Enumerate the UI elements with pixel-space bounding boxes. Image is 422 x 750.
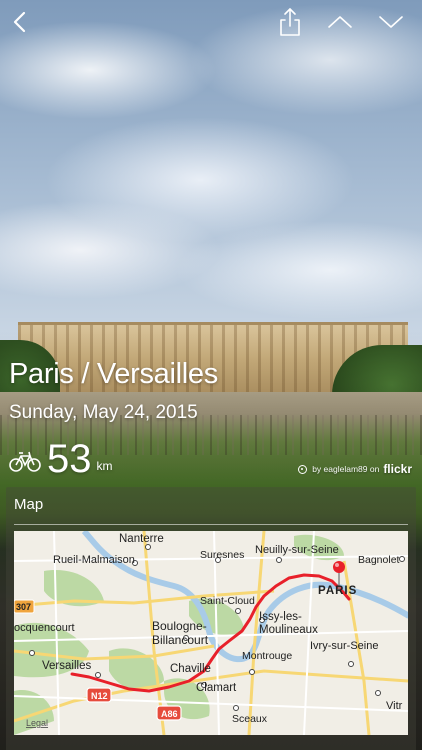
- place-neuilly: Neuilly-sur-Seine: [255, 544, 339, 556]
- place-boulogne-1: Boulogne-: [152, 619, 207, 633]
- map-panel: Map Nanterre Rueil-Malmaison Suresnes Ne…: [6, 487, 416, 750]
- road-label-a86: A86: [161, 709, 178, 719]
- share-icon: [280, 8, 300, 36]
- distance-value: 53: [47, 437, 92, 481]
- ride-date: Sunday, May 24, 2015: [9, 402, 198, 423]
- top-bar: [0, 0, 422, 44]
- photo-credit-text: by eaglelam89 on: [312, 464, 380, 474]
- place-rocquencourt: ocquencourt: [14, 622, 75, 634]
- place-sceaux: Sceaux: [232, 713, 268, 725]
- place-saint-cloud: Saint-Cloud: [200, 595, 255, 607]
- creative-commons-icon: [298, 464, 308, 474]
- flickr-logo: flickr: [383, 462, 412, 476]
- place-rueil: Rueil-Malmaison: [53, 554, 135, 566]
- place-boulogne-2: Billancourt: [152, 633, 209, 647]
- place-issy-2: Moulineaux: [259, 624, 318, 636]
- route-map-canvas: Nanterre Rueil-Malmaison Suresnes Neuill…: [14, 531, 408, 735]
- place-bagnolet: Bagnolet: [358, 554, 400, 566]
- bicycle-icon: [9, 449, 41, 473]
- road-shield-a86: A86: [156, 705, 182, 721]
- place-nanterre: Nanterre: [119, 533, 164, 545]
- distance-unit: km: [96, 459, 113, 473]
- place-versailles: Versailles: [42, 660, 91, 672]
- previous-button[interactable]: [324, 6, 356, 38]
- place-ivry: Ivry-sur-Seine: [310, 640, 378, 652]
- chevron-left-icon: [13, 11, 26, 33]
- chevron-up-icon: [328, 16, 352, 28]
- ride-title: Paris / Versailles: [9, 358, 218, 390]
- route-map[interactable]: Nanterre Rueil-Malmaison Suresnes Neuill…: [14, 531, 408, 735]
- distance-row: 53 km: [9, 437, 113, 481]
- chevron-down-icon: [379, 16, 403, 28]
- place-montrouge: Montrouge: [242, 650, 292, 662]
- place-paris: PARIS: [318, 585, 357, 597]
- road-label-n12: N12: [91, 691, 108, 701]
- share-button[interactable]: [274, 6, 306, 38]
- place-clamart: Clamart: [196, 682, 237, 694]
- road-shield-307: 307: [14, 599, 35, 614]
- place-vitry: Vitr: [386, 700, 403, 712]
- map-section-label: Map: [14, 496, 44, 513]
- road-label-307: 307: [16, 602, 31, 612]
- place-suresnes: Suresnes: [200, 549, 244, 561]
- next-button[interactable]: [375, 6, 407, 38]
- road-shield-n12: N12: [86, 687, 112, 703]
- photo-credit[interactable]: by eaglelam89 on flickr: [298, 462, 412, 476]
- place-issy-1: Issy-les-: [259, 611, 302, 623]
- back-button[interactable]: [4, 6, 36, 38]
- map-divider: [14, 524, 408, 525]
- map-legal-link[interactable]: Legal: [26, 718, 48, 728]
- place-chaville: Chaville: [170, 663, 211, 675]
